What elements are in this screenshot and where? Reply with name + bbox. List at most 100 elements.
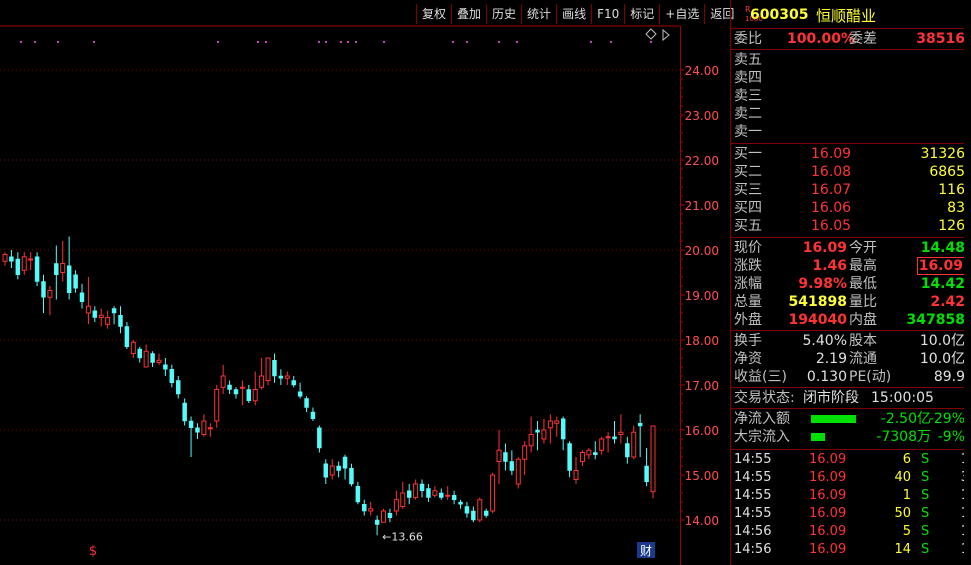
trade-status-label: 交易状态:: [734, 390, 795, 406]
event-marker-dot[interactable]: [590, 41, 592, 43]
event-marker-dot[interactable]: [516, 41, 518, 43]
candle-body-down: [451, 495, 457, 500]
candle-body-up: [554, 420, 560, 424]
event-marker-dot[interactable]: [34, 41, 36, 43]
candle-body-up: [381, 510, 387, 523]
diamond-icon[interactable]: [645, 28, 657, 40]
candle-body-down: [92, 310, 98, 318]
candle-body-down: [272, 360, 277, 377]
buy-price: 16.08: [811, 164, 852, 180]
candle-body-down: [509, 461, 515, 471]
finance-marker[interactable]: 财: [640, 544, 652, 558]
candle-body-up: [47, 290, 53, 298]
quote-label: 今开: [849, 240, 877, 256]
candle-body-up: [98, 314, 104, 318]
fund-label: 换手: [734, 333, 762, 349]
fund-value: 89.9: [933, 369, 965, 385]
candle-body-down: [54, 263, 59, 275]
tick-row[interactable]: 14:5516.0940S3: [731, 469, 971, 487]
event-marker-dot[interactable]: [265, 41, 267, 43]
event-marker-dot[interactable]: [383, 41, 385, 43]
flow-percent: -29%: [928, 411, 965, 427]
event-marker-dot[interactable]: [347, 41, 349, 43]
flow-bar: [811, 433, 825, 441]
tick-price: 16.09: [809, 452, 847, 467]
tick-row[interactable]: 14:5616.095S1: [731, 523, 971, 541]
event-marker-dot[interactable]: [452, 41, 454, 43]
sell-orderbook: 卖五 卖四 卖三 卖二 卖一: [731, 50, 971, 144]
event-marker-dot[interactable]: [650, 41, 652, 43]
candle-body-up: [143, 350, 149, 368]
candle-body-up: [368, 508, 374, 512]
buy-label: 买三: [734, 182, 762, 198]
event-marker-dot[interactable]: [20, 41, 22, 43]
tick-time: 14:55: [734, 452, 772, 467]
candle-body-up: [522, 445, 528, 460]
candle-body-down: [175, 380, 181, 395]
tick-row[interactable]: 14:5516.0950S1: [731, 505, 971, 523]
tick-volume: 5: [902, 524, 911, 539]
kline-chart[interactable]: 24.00 23.00 22.00 21.00 20.00 19.00 18.00 17.00…: [0, 0, 730, 565]
event-marker-dot[interactable]: [57, 41, 59, 43]
event-marker-dot[interactable]: [466, 41, 468, 43]
tick-time: 14:55: [734, 470, 772, 485]
candle-body-up: [265, 357, 271, 381]
money-flow-row: 大宗流入 -7308万 -9%: [731, 428, 971, 446]
event-marker-dot[interactable]: [355, 41, 357, 43]
candle-body-down: [560, 418, 566, 440]
sell-row-4: 卖四: [731, 69, 971, 87]
kline-chart-area[interactable]: 24.00 23.00 22.00 21.00 20.00 19.00 18.00 17.00…: [0, 0, 734, 565]
toolbar-button-0[interactable]: 复权: [416, 4, 451, 24]
candle-body-down: [169, 369, 175, 383]
quote-label: 最高: [849, 258, 877, 274]
event-marker-dot[interactable]: [498, 41, 500, 43]
candle-body-down: [374, 519, 380, 525]
triangle-icon[interactable]: [662, 28, 670, 42]
toolbar-button-2[interactable]: 历史: [486, 4, 521, 24]
tick-row[interactable]: 14:5616.0914S1: [731, 541, 971, 559]
y-tick-label: 17.00: [685, 379, 719, 393]
event-marker-dot[interactable]: [340, 41, 342, 43]
event-marker-dot[interactable]: [318, 41, 320, 43]
toolbar-button-1[interactable]: 叠加: [451, 4, 486, 24]
candle-body-up: [21, 256, 27, 271]
candle-body-up: [579, 452, 585, 462]
candle-body-up: [201, 420, 207, 435]
quote-value: 14.48: [920, 240, 965, 256]
weicha-label: 委差: [849, 31, 877, 47]
dividend-marker[interactable]: $: [89, 544, 97, 559]
toolbar-button-7[interactable]: +自选: [659, 4, 704, 24]
toolbar-button-4[interactable]: 画线: [556, 4, 591, 24]
event-marker-dot[interactable]: [257, 41, 259, 43]
tick-volume: 40: [894, 470, 911, 485]
candle-body-down: [644, 465, 649, 482]
tick-side: S: [921, 488, 930, 503]
toolbar-button-6[interactable]: 标记: [624, 4, 659, 24]
candle-body-down: [111, 308, 117, 314]
event-marker-dot[interactable]: [610, 41, 612, 43]
tick-row[interactable]: 14:5516.096S1: [731, 451, 971, 469]
toolbar-button-5[interactable]: F10: [591, 4, 624, 24]
candle-body-down: [458, 501, 463, 505]
fund-value: 0.130: [806, 369, 847, 385]
candle-body-down: [163, 364, 168, 370]
candle-body-up: [573, 470, 579, 480]
candle-body-down: [304, 398, 309, 408]
buy-price: 16.06: [811, 200, 852, 216]
candle-body-up: [28, 258, 34, 261]
event-marker-dot[interactable]: [325, 41, 327, 43]
tick-row[interactable]: 14:5516.091S1: [731, 487, 971, 505]
event-marker-dot[interactable]: [93, 41, 95, 43]
candle-body-down: [150, 353, 155, 363]
tick-time: 14:56: [734, 524, 772, 539]
event-marker-dot[interactable]: [217, 41, 219, 43]
tick-list[interactable]: 14:5516.096S114:5516.0940S314:5516.091S1…: [731, 450, 971, 559]
buy-volume: 83: [947, 200, 965, 216]
toolbar-button-3[interactable]: 统计: [521, 4, 556, 24]
candle-body-down: [419, 483, 425, 491]
scrollbar[interactable]: [964, 0, 971, 565]
candle-body-up: [85, 305, 91, 314]
quote-row: 涨幅 9.98% 最低 14.42: [731, 275, 971, 293]
sell-row-1: 卖一: [731, 123, 971, 141]
quote-value: 9.98%: [798, 276, 847, 292]
